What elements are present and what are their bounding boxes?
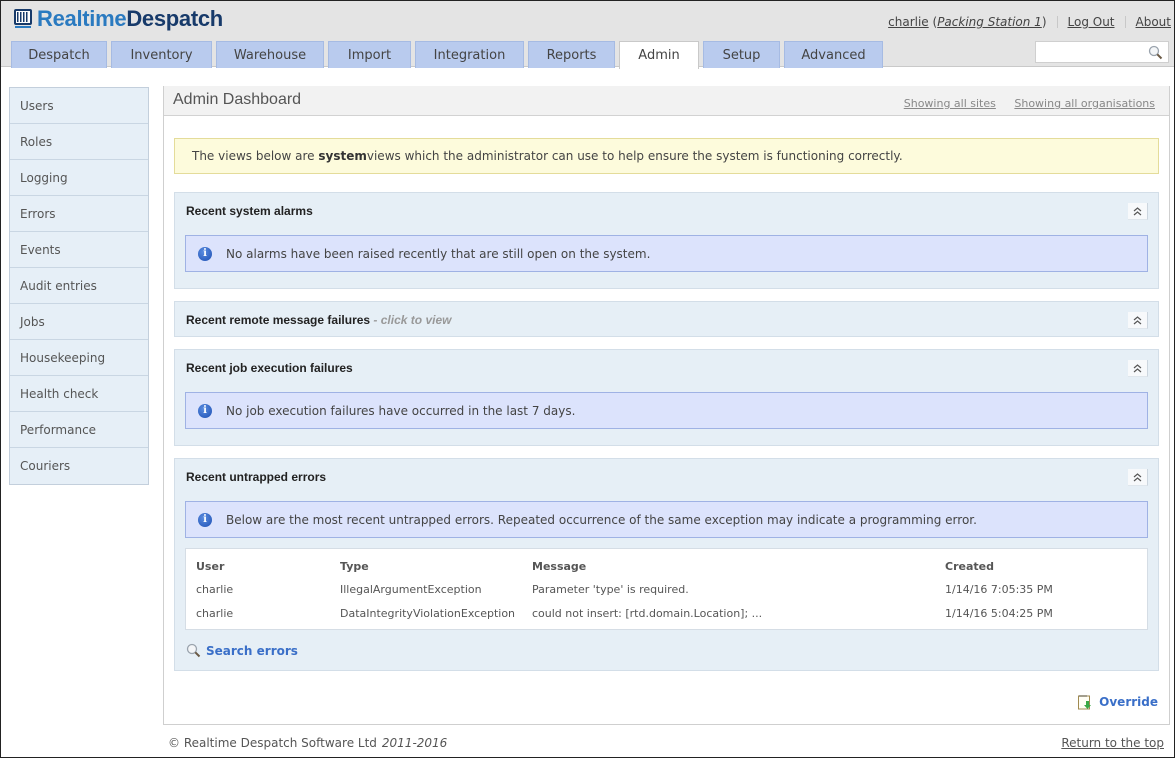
cell-message: Parameter 'type' is required.	[532, 582, 689, 596]
double-chevron-up-icon	[1133, 363, 1142, 372]
table-row[interactable]: charlie IllegalArgumentException Paramet…	[196, 577, 1145, 601]
sidebar-item-audit-entries[interactable]: Audit entries	[10, 268, 148, 304]
tab-integration[interactable]: Integration	[415, 41, 524, 68]
divider	[1056, 16, 1058, 28]
info-message: i No job execution failures have occurre…	[185, 392, 1148, 429]
organisations-filter-link[interactable]: Showing all organisations	[1014, 97, 1155, 110]
search-input[interactable]	[1036, 42, 1146, 62]
sites-filter-link[interactable]: Showing all sites	[904, 97, 996, 110]
cell-user: charlie	[196, 582, 234, 596]
info-message: i No alarms have been raised recently th…	[185, 235, 1148, 272]
cell-type: DataIntegrityViolationException	[340, 606, 516, 620]
double-chevron-up-icon	[1133, 315, 1142, 324]
sidebar-item-roles[interactable]: Roles	[10, 124, 148, 160]
cell-type: IllegalArgumentException	[340, 582, 482, 596]
remote-failures-panel[interactable]: Recent remote message failures - click t…	[174, 301, 1159, 337]
system-notice: The views below are system views which t…	[174, 138, 1159, 174]
tab-admin[interactable]: Admin	[619, 41, 699, 69]
info-message: i Below are the most recent untrapped er…	[185, 501, 1148, 538]
collapse-button[interactable]	[1128, 203, 1148, 220]
user-links: charlie (Packing Station 1) Log Out Abou…	[888, 15, 1171, 29]
tab-advanced[interactable]: Advanced	[784, 41, 883, 68]
table-row[interactable]: charlie DataIntegrityViolationException …	[196, 601, 1145, 625]
sidebar-item-users[interactable]: Users	[10, 88, 148, 124]
tab-reports[interactable]: Reports	[528, 41, 615, 68]
column-header-created: Created	[945, 559, 994, 573]
column-header-user: User	[196, 559, 225, 573]
admin-sidebar: Users Roles Logging Errors Events Audit …	[9, 87, 149, 485]
tab-import[interactable]: Import	[328, 41, 411, 68]
main-panel: Admin Dashboard Showing all sites Showin…	[163, 86, 1170, 725]
sidebar-item-health-check[interactable]: Health check	[10, 376, 148, 412]
logo[interactable]: RealtimeDespatch	[12, 6, 223, 32]
collapse-button[interactable]	[1128, 360, 1148, 377]
cell-created: 1/14/16 7:05:35 PM	[945, 582, 1053, 596]
panel-title: Recent job execution failures	[186, 361, 353, 375]
cell-user: charlie	[196, 606, 234, 620]
job-failures-panel: Recent job execution failures i No job e…	[174, 349, 1159, 446]
about-link[interactable]: About	[1136, 15, 1171, 29]
info-icon: i	[198, 403, 212, 418]
info-icon: i	[198, 246, 212, 261]
filter-links: Showing all sites Showing all organisati…	[889, 97, 1155, 110]
main-header: Admin Dashboard Showing all sites Showin…	[164, 86, 1169, 116]
collapse-button[interactable]	[1128, 469, 1148, 486]
panel-title: Recent system alarms	[186, 204, 313, 218]
click-to-view-hint: - click to view	[370, 313, 452, 327]
tab-inventory[interactable]: Inventory	[111, 41, 212, 68]
panel-title: Recent remote message failures - click t…	[186, 313, 452, 327]
username-link[interactable]: charlie	[888, 15, 929, 29]
errors-table: User Type Message Created charlie Illega…	[185, 548, 1148, 630]
override-link[interactable]: Override	[1077, 694, 1158, 710]
magnifier-icon	[186, 643, 201, 658]
copyright: © Realtime Despatch Software Ltd 2011-201…	[168, 736, 448, 750]
barcode-monitor-icon	[14, 9, 32, 28]
divider	[1124, 16, 1126, 28]
notepad-download-icon	[1078, 695, 1092, 710]
search-field[interactable]	[1035, 41, 1169, 63]
sidebar-item-housekeeping[interactable]: Housekeeping	[10, 340, 148, 376]
table-header-row: User Type Message Created	[196, 555, 1145, 577]
double-chevron-up-icon	[1133, 472, 1142, 481]
untrapped-errors-panel: Recent untrapped errors i Below are the …	[174, 458, 1159, 671]
sidebar-item-couriers[interactable]: Couriers	[10, 448, 148, 484]
column-header-type: Type	[340, 559, 369, 573]
app-header: RealtimeDespatch charlie (Packing Statio…	[1, 1, 1174, 69]
sidebar-item-logging[interactable]: Logging	[10, 160, 148, 196]
sidebar-item-events[interactable]: Events	[10, 232, 148, 268]
logo-text: RealtimeDespatch	[37, 6, 223, 31]
search-errors-link[interactable]: Search errors	[186, 643, 298, 658]
collapse-button[interactable]	[1128, 312, 1148, 329]
cell-created: 1/14/16 5:04:25 PM	[945, 606, 1053, 620]
tab-warehouse[interactable]: Warehouse	[216, 41, 324, 68]
logout-link[interactable]: Log Out	[1068, 15, 1115, 29]
panel-title: Recent untrapped errors	[186, 470, 327, 484]
info-icon: i	[198, 512, 212, 527]
sidebar-item-errors[interactable]: Errors	[10, 196, 148, 232]
double-chevron-up-icon	[1133, 206, 1142, 215]
return-to-top-link[interactable]: Return to the top	[1061, 736, 1164, 750]
main-tabs: Despatch Inventory Warehouse Import Inte…	[11, 41, 887, 69]
page-title: Admin Dashboard	[173, 91, 302, 108]
sidebar-item-performance[interactable]: Performance	[10, 412, 148, 448]
magnifier-icon[interactable]	[1148, 45, 1163, 60]
alarms-panel: Recent system alarms i No alarms have be…	[174, 192, 1159, 289]
sidebar-item-jobs[interactable]: Jobs	[10, 304, 148, 340]
column-header-message: Message	[532, 559, 587, 573]
tab-despatch[interactable]: Despatch	[11, 41, 107, 68]
cell-message: could not insert: [rtd.domain.Location];…	[532, 606, 763, 620]
tab-setup[interactable]: Setup	[703, 41, 780, 68]
station-link[interactable]: Packing Station 1	[937, 15, 1042, 29]
